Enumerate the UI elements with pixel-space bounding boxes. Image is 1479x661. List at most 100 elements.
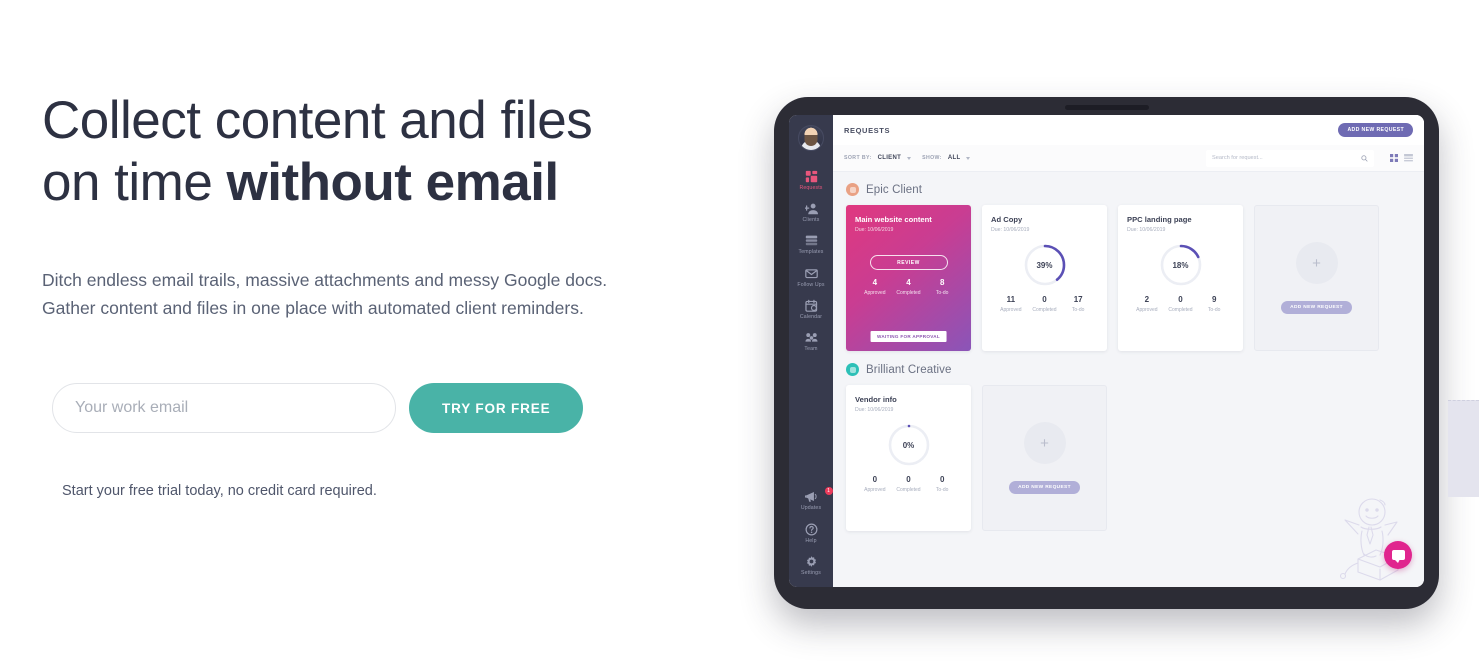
stat-value: 0 [906,475,911,485]
hero-title-line2-strong: without email [226,153,560,212]
sidebar-item-follow-ups[interactable]: Follow Ups [789,261,833,293]
card-due-date: Due: 10/06/2019 [855,227,894,234]
landing-page: Collect content and files on time withou… [0,0,1479,661]
sort-by-value[interactable]: CLIENT [878,155,901,161]
try-for-free-button[interactable]: TRY FOR FREE [409,383,584,433]
show-value[interactable]: ALL [948,155,961,161]
status-badge: WAITING FOR APPROVAL [870,331,947,342]
sidebar-item-label: Requests [799,185,823,191]
layers-icon [789,234,833,247]
search-box [1206,149,1374,167]
chat-bubble-button[interactable] [1384,541,1412,569]
signup-form: TRY FOR FREE [52,383,584,433]
sidebar-item-requests[interactable]: Requests [789,164,833,196]
add-user-icon [789,202,833,215]
sidebar-item-calendar[interactable]: Calendar [789,293,833,325]
add-new-request-button[interactable]: ADD NEW REQUEST [1338,123,1413,137]
list-view-icon[interactable] [1404,149,1413,167]
envelope-icon [789,267,833,280]
grid-view-icon[interactable] [1390,149,1398,167]
client-name: Brilliant Creative [866,363,952,376]
client-group: Epic Client Main website content Due: 10… [846,183,1411,351]
stat-approved: 11 Approved [994,295,1028,313]
requests-board: Epic Client Main website content Due: 10… [833,172,1424,587]
sidebar-item-help[interactable]: Help [789,517,833,549]
add-new-request-card-button[interactable]: ADD NEW REQUEST [1281,301,1352,314]
page-title: Collect content and files on time withou… [42,90,742,214]
card-title: Main website content [855,215,932,224]
plus-icon: + [1023,422,1066,464]
hero-title-line1: Collect content and files [42,91,593,150]
request-card[interactable]: Ad Copy Due: 10/06/2019 39% 11 Approved … [982,205,1107,351]
stat-label: Completed [1168,306,1193,313]
hero-subtitle: Ditch endless email trails, massive atta… [42,266,732,323]
card-stats: 2 Approved 0 Completed 9 To-do [1127,295,1234,313]
card-due-date: Due: 10/06/2019 [991,227,1030,234]
card-title: PPC landing page [1127,215,1192,224]
stat-to-do: 17 To-do [1061,295,1095,313]
sidebar-item-clients[interactable]: Clients [789,196,833,228]
search-input[interactable] [1212,155,1357,161]
sidebar-item-settings[interactable]: Settings [789,549,833,581]
chevron-down-icon[interactable] [907,156,912,160]
card-due-date: Due: 10/06/2019 [1127,227,1166,234]
app-screenshot: Requests Clients Templates Follow Ups Ca… [789,115,1424,587]
cards-row: Vendor info Due: 10/06/2019 0% 0 Approve… [846,385,1411,531]
cards-row: Main website content Due: 10/06/2019 REV… [846,205,1411,351]
stat-value: 8 [939,278,945,288]
app-toolbar: SORT BY: CLIENT SHOW: ALL [833,145,1424,172]
email-field[interactable] [52,383,396,433]
progress-donut: 39% [1023,243,1067,287]
app-sidebar: Requests Clients Templates Follow Ups Ca… [789,115,833,587]
request-card[interactable]: PPC landing page Due: 10/06/2019 18% 2 A… [1118,205,1243,351]
stat-to-do: 8 To-do [925,278,959,296]
request-card[interactable]: Vendor info Due: 10/06/2019 0% 0 Approve… [846,385,971,531]
card-stats: 0 Approved 0 Completed 0 To-do [855,475,962,493]
stat-label: To-do [935,289,949,296]
card-title: Vendor info [855,395,897,404]
stat-label: To-do [1207,306,1221,313]
add-new-request-card-button[interactable]: ADD NEW REQUEST [1009,481,1080,494]
stat-value: 0 [939,475,945,485]
stat-approved: 0 Approved [858,475,892,493]
grid-icon [789,170,833,183]
review-button[interactable]: REVIEW [869,255,948,271]
show-label: SHOW: [922,155,942,161]
chat-bubble-icon [1391,550,1405,563]
add-request-card[interactable]: + ADD NEW REQUEST [982,385,1107,531]
sidebar-item-label: Settings [801,569,821,576]
chevron-down-icon-2[interactable] [966,156,971,160]
stat-value: 2 [1144,295,1150,305]
avatar[interactable] [798,125,824,151]
stat-value: 0 [1042,295,1047,305]
card-stats: 11 Approved 0 Completed 17 To-do [991,295,1098,313]
stat-value: 0 [872,475,878,485]
progress-donut: 0% [887,423,931,467]
client-group-header: Epic Client [846,183,1411,196]
app-page-title: REQUESTS [844,125,891,135]
sidebar-item-label: Team [804,346,818,353]
sidebar-item-templates[interactable]: Templates [789,228,833,260]
sidebar-item-team[interactable]: Team [789,325,833,357]
client-group-header: Brilliant Creative [846,363,1411,376]
client-avatar-icon [846,183,859,196]
request-card[interactable]: Main website content Due: 10/06/2019 REV… [846,205,971,351]
card-due-date: Due: 10/06/2019 [855,407,894,414]
stat-label: Completed [1032,306,1057,313]
stat-value: 4 [906,278,911,288]
stat-value: 9 [1211,295,1217,305]
sidebar-item-label: Follow Ups [797,281,825,288]
gear-icon [789,555,833,568]
client-avatar-icon [846,363,859,376]
client-group: Brilliant Creative Vendor info Due: 10/0… [846,363,1411,531]
hero-subtitle-line2: Gather content and files in one place wi… [42,298,584,319]
stat-to-do: 0 To-do [925,475,959,493]
sidebar-item-updates[interactable]: 1 Updates [789,484,833,516]
hero-subtitle-line1: Ditch endless email trails, massive atta… [42,270,608,290]
sidebar-item-label: Templates [798,249,824,256]
stat-label: Approved [864,289,886,296]
search-icon[interactable] [1361,149,1368,167]
add-request-card[interactable]: + ADD NEW REQUEST [1254,205,1379,351]
tablet-device-mockup: Requests Clients Templates Follow Ups Ca… [774,97,1439,609]
stat-value: 11 [1006,295,1016,305]
